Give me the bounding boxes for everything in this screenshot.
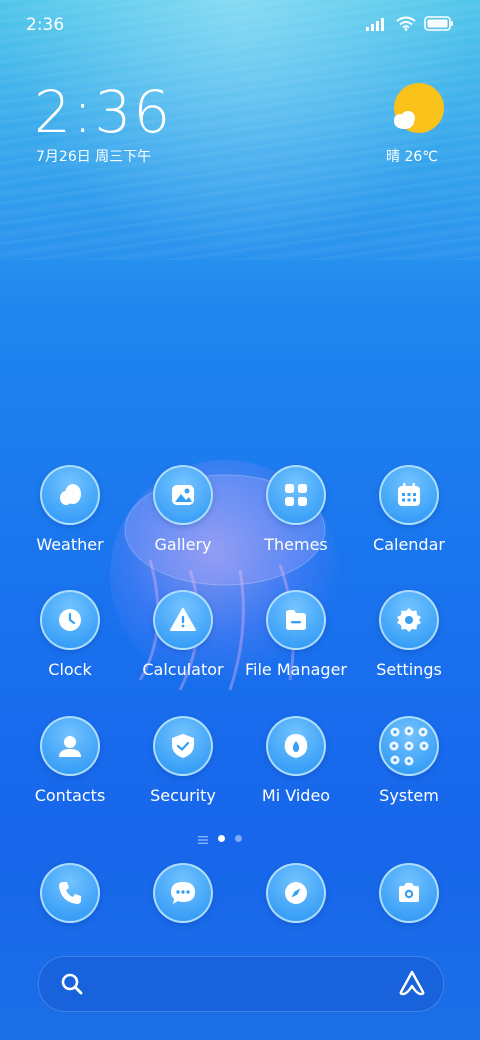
weather-summary: 晴 26℃ (386, 149, 438, 165)
app-label: File Manager (245, 660, 347, 679)
contacts-icon (40, 716, 100, 776)
page-indicator[interactable] (198, 829, 242, 848)
app-mi-video[interactable]: Mi Video (241, 716, 351, 805)
dock-browser[interactable] (241, 863, 351, 923)
app-label: Mi Video (261, 786, 331, 805)
app-label: Contacts (34, 786, 106, 805)
app-label: Security (150, 786, 216, 805)
phone-icon (40, 863, 100, 923)
browser-icon (266, 863, 326, 923)
calculator-icon (153, 590, 213, 650)
video-icon (266, 716, 326, 776)
folder-icon (266, 590, 326, 650)
dock-messages[interactable] (128, 863, 238, 923)
weather-icon (40, 465, 100, 525)
folder-grid-icon (379, 716, 439, 776)
page-dot-active (218, 835, 225, 842)
status-bar: 2:36 (0, 0, 480, 50)
gear-icon (379, 590, 439, 650)
app-label: Gallery (154, 535, 212, 554)
app-themes[interactable]: Themes (241, 465, 351, 554)
assistant-icon[interactable] (398, 970, 426, 1000)
search-bar[interactable] (38, 956, 444, 1012)
gallery-icon (153, 465, 213, 525)
dock-camera[interactable] (354, 863, 464, 923)
battery-icon (424, 16, 454, 35)
clock-icon (40, 590, 100, 650)
app-calendar[interactable]: Calendar (354, 465, 464, 554)
app-settings[interactable]: Settings (354, 590, 464, 679)
wifi-icon (396, 16, 416, 35)
app-calculator[interactable]: Calculator (128, 590, 238, 679)
app-label: System (379, 786, 439, 805)
app-label: Weather (36, 535, 104, 554)
app-clock[interactable]: Clock (15, 590, 125, 679)
status-time: 2:36 (26, 15, 65, 35)
messages-icon (153, 863, 213, 923)
dock-phone[interactable] (15, 863, 125, 923)
shield-icon (153, 716, 213, 776)
home-list-icon (198, 829, 208, 848)
page-dot (235, 835, 242, 842)
clock-widget-time[interactable]: 2:36 (34, 78, 172, 146)
clock-widget-date: 7月26日 周三下午 (36, 149, 152, 165)
themes-icon (266, 465, 326, 525)
app-label: Settings (376, 660, 442, 679)
search-icon[interactable] (60, 972, 84, 1000)
app-label: Calendar (373, 535, 445, 554)
app-security[interactable]: Security (128, 716, 238, 805)
camera-icon (379, 863, 439, 923)
calendar-icon (379, 465, 439, 525)
app-gallery[interactable]: Gallery (128, 465, 238, 554)
app-label: Calculator (142, 660, 224, 679)
app-file-manager[interactable]: File Manager (241, 590, 351, 679)
app-label: Clock (48, 660, 92, 679)
app-system-folder[interactable]: System (354, 716, 464, 805)
app-contacts[interactable]: Contacts (15, 716, 125, 805)
sun-cloud-icon[interactable] (390, 82, 446, 138)
signal-icon (366, 16, 388, 35)
app-weather[interactable]: Weather (15, 465, 125, 554)
app-label: Themes (264, 535, 328, 554)
